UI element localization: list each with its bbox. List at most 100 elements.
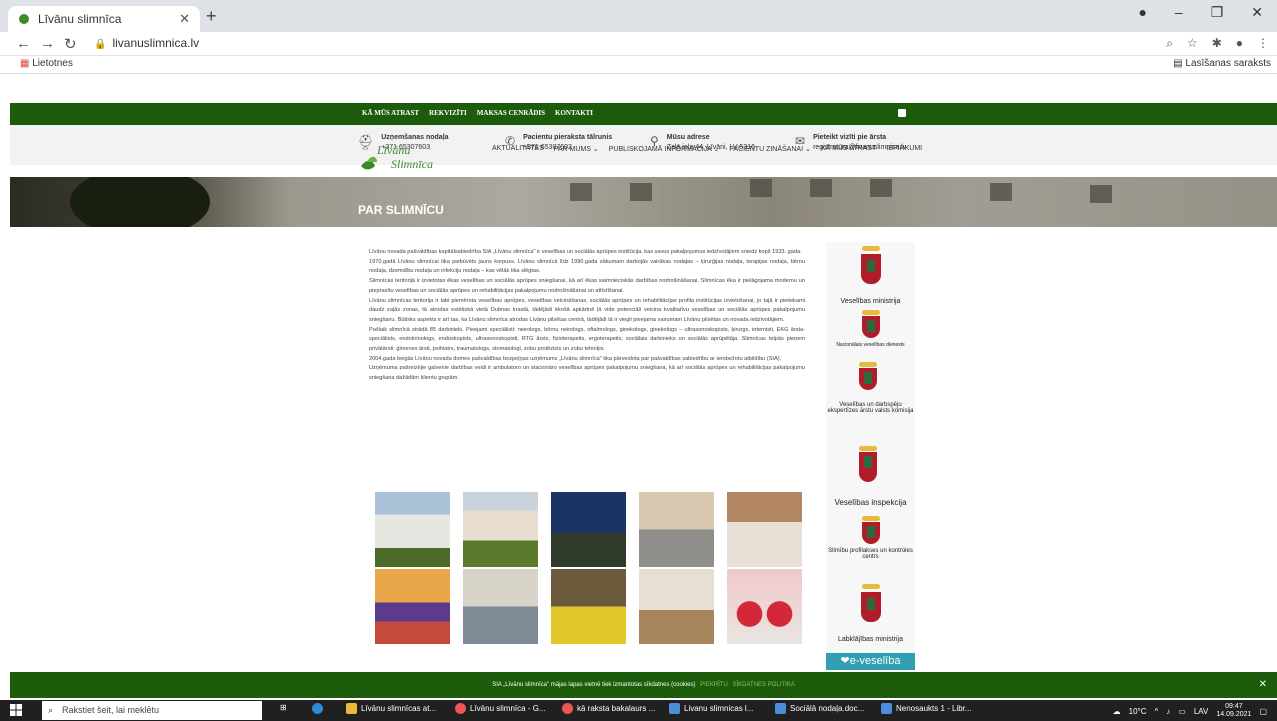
forward-icon[interactable]: → (40, 35, 55, 52)
cookie-policy-link[interactable]: SĪKDATNES POLITIKA (733, 682, 795, 688)
extensions-icon[interactable]: ✱ (1212, 36, 1222, 51)
nav-public-info[interactable]: PUBLISKOJAMĀ INFORMĀCIJA ⌄ (609, 145, 720, 153)
cookie-text: SIA „Līvānu slimnīca" mājas lapas vietnē… (492, 682, 696, 688)
chrome-icon (562, 703, 573, 714)
paragraph: Līvānu novada pašvaldības kapitālsabiedr… (369, 249, 802, 255)
notifications-icon[interactable]: ▢ (1259, 707, 1267, 716)
url-text: livanuslimnica.lv (112, 36, 200, 50)
paragraph: 1970.gadā Līvānu slimnīcai tika piebūvēt… (369, 258, 805, 275)
minimize-icon[interactable]: – (1175, 4, 1183, 21)
coat-of-arms-icon (856, 516, 886, 546)
gallery-photo[interactable] (727, 492, 802, 567)
site-logo[interactable]: SIA Līvānu Slimnīca (359, 140, 449, 174)
restore-icon[interactable]: ❐ (1211, 4, 1224, 21)
close-cookie-icon[interactable]: ✕ (1259, 672, 1267, 698)
taskbar-search-input[interactable]: ⌕ Rakstiet šeit, lai meklētu (42, 701, 262, 720)
agency-link[interactable]: Veselības un darbspēju ekspertīzes ārstu… (826, 362, 915, 414)
close-window-icon[interactable]: ✕ (1251, 4, 1263, 21)
tray-chevron-icon[interactable]: ^ (1155, 707, 1159, 716)
taskbar-item[interactable]: kā raksta bakalaurs ... (562, 703, 655, 714)
nav-news[interactable]: AKTUALITĀTES (492, 145, 544, 153)
address-row: ← → ↻ 🔒 livanuslimnica.lv ⌕ ☆ ✱ ● ⋮ (0, 32, 1277, 56)
clock[interactable]: 09:47 14.09.2021 (1216, 703, 1251, 719)
document-icon (669, 703, 680, 714)
paragraph: 2004.gada beigās Līvānu novada domes paš… (369, 355, 782, 362)
cookie-banner: SIA „Līvānu slimnīca" mājas lapas vietnē… (10, 672, 1277, 698)
gallery-photo[interactable] (551, 569, 626, 644)
gallery-photo[interactable] (639, 492, 714, 567)
windows-taskbar: ⌕ Rakstiet šeit, lai meklētu ⊞ Līvānu sli… (0, 700, 1277, 721)
gallery-photo[interactable] (551, 492, 626, 567)
topnav-link[interactable]: KONTAKTI (555, 109, 593, 117)
accept-cookies-link[interactable]: PIEKRĪTU (700, 682, 728, 688)
close-tab-icon[interactable]: ✕ (179, 11, 190, 27)
nav-about[interactable]: PAR MUMS ⌄ (554, 145, 599, 153)
star-icon[interactable]: ☆ (1187, 36, 1198, 51)
reading-list[interactable]: ▤ Lasīšanas saraksts (1173, 58, 1271, 69)
apps-bookmark[interactable]: ▦ Lietotnes (20, 58, 73, 69)
taskbar-item[interactable]: Sociālā nodaļa.doc... (775, 703, 864, 714)
taskbar-item[interactable]: Līvānu slimnīca - G... (455, 703, 546, 714)
topnav-link[interactable]: REKVIZĪTI (429, 109, 467, 117)
volume-icon[interactable]: ♪ (1166, 707, 1170, 716)
agency-link[interactable]: Veselības inspekcija (826, 446, 915, 507)
address-bar[interactable]: 🔒 livanuslimnica.lv (94, 36, 199, 50)
article-body: Līvānu novada pašvaldības kapitālsabiedr… (369, 248, 805, 384)
agency-link[interactable]: Nacionālais veselības dienests (826, 310, 915, 348)
paragraph: Slimnīcas teritorijā ir izvietotas ēkas … (369, 278, 805, 294)
menu-icon[interactable]: ⋮ (1257, 36, 1269, 51)
browser-tab-bar: Līvānu slimnīca ✕ + ● – ❐ ✕ (0, 0, 1277, 32)
page-title: PAR SLIMNĪCU (358, 203, 444, 217)
language-indicator[interactable]: LAV (1194, 707, 1209, 716)
weather-temp[interactable]: 10°C (1129, 707, 1147, 716)
zoom-icon[interactable]: ⌕ (1166, 36, 1173, 51)
svg-text:Līvānu: Līvānu (376, 143, 410, 157)
agency-link[interactable]: Slimību profilakses un kontroles centrs (826, 516, 915, 560)
e-veseliba-link[interactable]: ❤e-veselība (826, 653, 915, 670)
heart-icon: ❤ (840, 655, 850, 667)
profile-icon[interactable]: ● (1138, 4, 1146, 21)
gallery-photo[interactable] (375, 492, 450, 567)
folder-icon (346, 703, 357, 714)
topnav-link[interactable]: KĀ MŪS ATRAST (362, 109, 419, 117)
coat-of-arms-icon (853, 446, 889, 496)
agency-links-sidebar: Veselības ministrija Nacionālais veselīb… (826, 242, 915, 670)
gallery-photo[interactable] (727, 569, 802, 644)
gallery-photo[interactable] (463, 569, 538, 644)
svg-text:Slimnīca: Slimnīca (391, 157, 433, 171)
photo-gallery (375, 492, 803, 644)
nav-patients[interactable]: PACIENTU ZINĀŠANAI ⌄ (729, 145, 811, 153)
network-icon[interactable]: ▭ (1178, 707, 1186, 716)
browser-tab[interactable]: Līvānu slimnīca ✕ (8, 6, 200, 32)
topnav-link[interactable]: MAKSAS CENRĀDIS (477, 109, 545, 117)
gallery-photo[interactable] (375, 569, 450, 644)
reading-list-icon: ▤ (1173, 58, 1183, 69)
taskbar-item[interactable]: Līvānu slimnīcas at... (346, 703, 436, 714)
edge-icon[interactable] (312, 703, 323, 714)
site-top-nav: KĀ MŪS ATRAST REKVIZĪTI MAKSAS CENRĀDIS … (10, 103, 1277, 125)
gallery-photo[interactable] (463, 492, 538, 567)
main-navigation: AKTUALITĀTES PAR MUMS ⌄ PUBLISKOJAMĀ INF… (492, 145, 922, 153)
hero-banner: PAR SLIMNĪCU (10, 177, 1277, 227)
weather-icon[interactable]: ☁ (1113, 707, 1121, 716)
agency-link[interactable]: Labklājības ministrija (826, 584, 915, 643)
task-view-icon[interactable]: ⊞ (280, 703, 287, 712)
gallery-photo[interactable] (639, 569, 714, 644)
agency-link[interactable]: Veselības ministrija (826, 246, 915, 305)
nav-procurement[interactable]: IEPIRKUMI (886, 145, 922, 153)
tab-title: Līvānu slimnīca (38, 12, 122, 26)
site-favicon-icon (19, 14, 29, 24)
account-icon[interactable]: ● (1236, 36, 1243, 51)
facebook-icon[interactable] (898, 109, 906, 117)
back-icon[interactable]: ← (16, 35, 31, 52)
nav-find-us[interactable]: KĀ MŪS ATRAST (821, 145, 877, 153)
taskbar-item[interactable]: Livanu slimnicas l... (669, 703, 753, 714)
coat-of-arms-icon (853, 362, 889, 400)
new-tab-icon[interactable]: + (206, 6, 217, 27)
reload-icon[interactable]: ↻ (64, 35, 77, 53)
apps-grid-icon: ▦ (20, 58, 30, 69)
taskbar-item[interactable]: Nenosaukts 1 - Libr... (881, 703, 972, 714)
document-icon (775, 703, 786, 714)
windows-start-icon[interactable] (10, 704, 22, 716)
latvia-coat-of-arms-icon (841, 246, 901, 296)
